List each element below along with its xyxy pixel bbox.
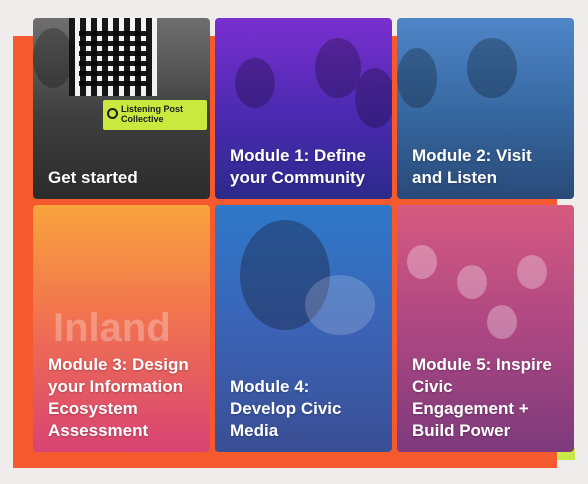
microphone-icon bbox=[107, 108, 118, 119]
poster-text: Listening Post Collective bbox=[121, 104, 184, 124]
card-label: Get started bbox=[48, 168, 138, 187]
card-label: Module 3: Design your Information Ecosys… bbox=[48, 355, 189, 440]
photo-sign-text: Inland bbox=[53, 306, 171, 350]
card-label: Module 5: Inspire Civic Engagement + Bui… bbox=[412, 355, 552, 440]
card-module-1[interactable]: Module 1: Define your Community bbox=[215, 18, 392, 199]
card-module-4[interactable]: Module 4: Develop Civic Media bbox=[215, 205, 392, 452]
card-get-started[interactable]: Listening Post Collective Get started bbox=[33, 18, 210, 199]
card-module-2[interactable]: Module 2: Visit and Listen bbox=[397, 18, 574, 199]
card-module-3[interactable]: Inland Module 3: Design your Information… bbox=[33, 205, 210, 452]
card-label: Module 1: Define your Community bbox=[230, 146, 367, 187]
poster-sign: Listening Post Collective bbox=[103, 100, 207, 130]
card-label: Module 2: Visit and Listen bbox=[412, 146, 532, 187]
qr-code-image bbox=[69, 18, 157, 96]
card-module-5[interactable]: Module 5: Inspire Civic Engagement + Bui… bbox=[397, 205, 574, 452]
card-label: Module 4: Develop Civic Media bbox=[230, 377, 342, 440]
